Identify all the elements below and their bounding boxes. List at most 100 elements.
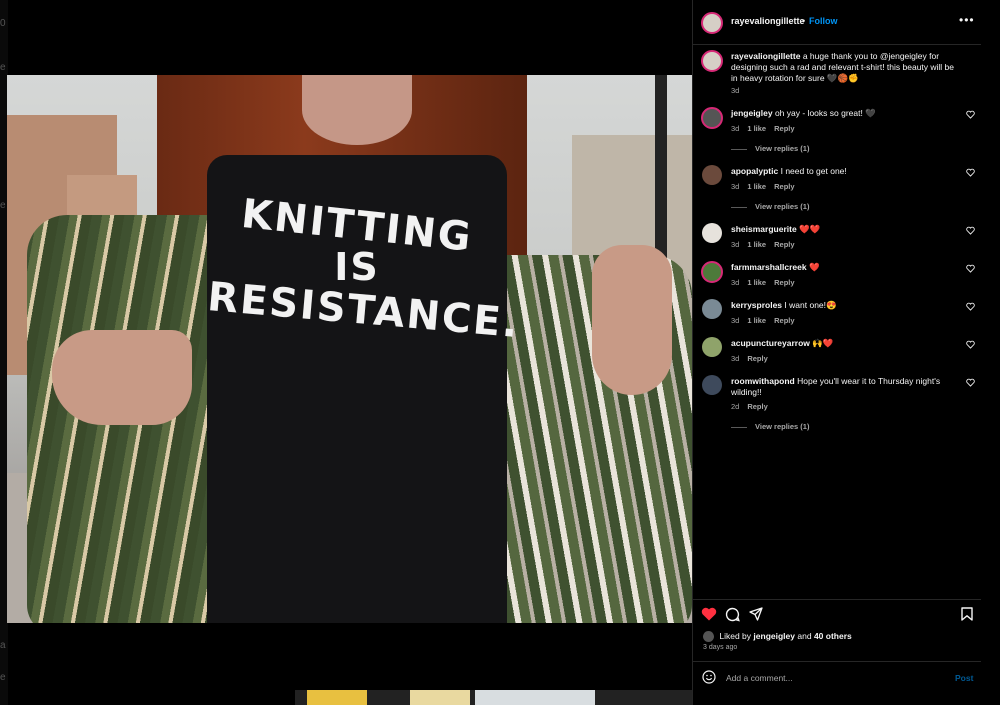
post-photo[interactable]: KNITTING IS RESISTANCE. (7, 75, 692, 623)
reply-button[interactable]: Reply (774, 316, 794, 325)
comment-meta: 3d Reply (731, 354, 776, 363)
comment-body: ❤️❤️ (799, 224, 821, 234)
commenter-username[interactable]: jengeigley (731, 108, 773, 118)
comment-item: acupunctureyarrow 🙌❤️ 3d Reply (693, 337, 981, 367)
post-caption: rayevaliongillette a huge thank you to @… (693, 50, 981, 95)
likes-summary: Liked by jengeigley and 40 others (703, 631, 852, 643)
commenter-username[interactable]: roomwithapond (731, 376, 795, 386)
comment-text: kerrysproles I want one!😍 (731, 300, 959, 311)
commenter-avatar[interactable] (702, 375, 722, 395)
comment-meta: 2d Reply (731, 402, 776, 411)
background-edge-text: 0 (0, 18, 6, 29)
author-username[interactable]: rayevaliongillette (731, 16, 805, 26)
reply-button[interactable]: Reply (774, 124, 794, 133)
commenter-avatar[interactable] (702, 299, 722, 319)
photo-hand-right (592, 245, 672, 395)
commenter-username[interactable]: farmmarshallcreek (731, 262, 807, 272)
caption-text: rayevaliongillette a huge thank you to @… (731, 51, 959, 84)
share-icon[interactable] (749, 607, 763, 621)
caption-meta: 3d (731, 86, 747, 95)
comment-age: 2d (731, 402, 740, 411)
comment-body: I want one!😍 (784, 300, 837, 310)
commenter-username[interactable]: acupunctureyarrow (731, 338, 810, 348)
like-heart-icon[interactable] (701, 607, 717, 621)
reply-button[interactable]: Reply (774, 240, 794, 249)
background-edge-text: e (0, 672, 6, 683)
comment-icon[interactable] (725, 607, 740, 622)
comment-like-heart-icon[interactable] (966, 340, 975, 349)
comment-meta: 3d 1 like Reply (731, 316, 803, 325)
reply-button[interactable]: Reply (774, 278, 794, 287)
commenter-avatar[interactable] (701, 261, 723, 283)
background-edge-text: e (0, 62, 6, 73)
comment-likes[interactable]: 1 like (747, 124, 766, 133)
commenter-avatar[interactable] (701, 107, 723, 129)
comment-likes[interactable]: 1 like (747, 316, 766, 325)
comment-age: 3d (731, 316, 740, 325)
comment-meta: 3d 1 like Reply (731, 124, 803, 133)
commenter-username[interactable]: kerrysproles (731, 300, 782, 310)
comment-like-heart-icon[interactable] (966, 264, 975, 273)
comment-age: 3d (731, 354, 740, 363)
comment-body: I need to get one! (780, 166, 847, 176)
comment-body: ❤️ (808, 262, 820, 272)
commenter-avatar[interactable] (702, 165, 722, 185)
post-header: rayevaliongillette • Follow ••• (693, 0, 981, 45)
comment-meta: 3d 1 like Reply (731, 278, 803, 287)
comment-age: 3d (731, 278, 740, 287)
view-replies-button[interactable]: View replies (1) (731, 202, 809, 211)
comment-like-heart-icon[interactable] (966, 168, 975, 177)
follow-button[interactable]: Follow (809, 16, 838, 26)
commenter-avatar[interactable] (702, 223, 722, 243)
photo-neck (302, 75, 412, 145)
liker-avatar (703, 631, 714, 643)
background-edge-text: a (0, 640, 6, 651)
caption-username[interactable]: rayevaliongillette (731, 51, 800, 61)
comment-text: acupunctureyarrow 🙌❤️ (731, 338, 959, 349)
comment-like-heart-icon[interactable] (966, 378, 975, 387)
commenter-username[interactable]: sheismarguerite (731, 224, 797, 234)
comment-text: sheismarguerite ❤️❤️ (731, 224, 959, 235)
comment-likes[interactable]: 1 like (747, 240, 766, 249)
more-options-icon[interactable]: ••• (959, 13, 975, 27)
view-replies-button[interactable]: View replies (1) (731, 422, 809, 431)
caption-age: 3d (731, 86, 740, 95)
comment-text: jengeigley oh yay - looks so great! 🖤 (731, 108, 959, 119)
post-timestamp: 3 days ago (703, 644, 738, 651)
emoji-icon[interactable] (702, 670, 716, 684)
likes-and: and (797, 631, 812, 641)
comment-likes[interactable]: 1 like (747, 182, 766, 191)
post-action-bar (693, 599, 981, 628)
reply-button[interactable]: Reply (747, 354, 767, 363)
comment-likes[interactable]: 1 like (747, 278, 766, 287)
add-comment-bar: Add a comment... Post (693, 661, 981, 692)
background-edge-text: e (0, 200, 6, 211)
photo-hand-left (52, 330, 192, 425)
comment-meta: 3d 1 like Reply (731, 182, 803, 191)
view-replies-button[interactable]: View replies (1) (731, 144, 809, 153)
comment-item: roomwithapond Hope you'll wear it to Thu… (693, 375, 981, 435)
liker-username[interactable]: jengeigley (753, 631, 795, 641)
comment-like-heart-icon[interactable] (966, 226, 975, 235)
caption-avatar[interactable] (701, 50, 723, 72)
add-comment-input[interactable]: Add a comment... (726, 673, 793, 683)
comment-text: roomwithapond Hope you'll wear it to Thu… (731, 376, 959, 398)
comment-body: 🙌❤️ (812, 338, 834, 348)
reply-button[interactable]: Reply (747, 402, 767, 411)
post-comment-button[interactable]: Post (955, 673, 973, 683)
post-side-panel: rayevaliongillette • Follow ••• rayevali… (692, 0, 981, 705)
comment-like-heart-icon[interactable] (966, 302, 975, 311)
author-avatar[interactable] (701, 12, 723, 34)
comment-like-heart-icon[interactable] (966, 110, 975, 119)
comment-item: farmmarshallcreek ❤️ 3d 1 like Reply (693, 261, 981, 291)
commenter-avatar[interactable] (702, 337, 722, 357)
comment-item: kerrysproles I want one!😍 3d 1 like Reply (693, 299, 981, 329)
comment-body: oh yay - looks so great! 🖤 (774, 108, 876, 118)
comment-item: apopalyptic I need to get one! 3d 1 like R… (693, 165, 981, 215)
likes-others-link[interactable]: 40 others (814, 631, 852, 641)
commenter-username[interactable]: apopalyptic (731, 166, 778, 176)
comment-age: 3d (731, 124, 740, 133)
reply-button[interactable]: Reply (774, 182, 794, 191)
save-bookmark-icon[interactable] (961, 607, 973, 621)
comment-text: farmmarshallcreek ❤️ (731, 262, 959, 273)
